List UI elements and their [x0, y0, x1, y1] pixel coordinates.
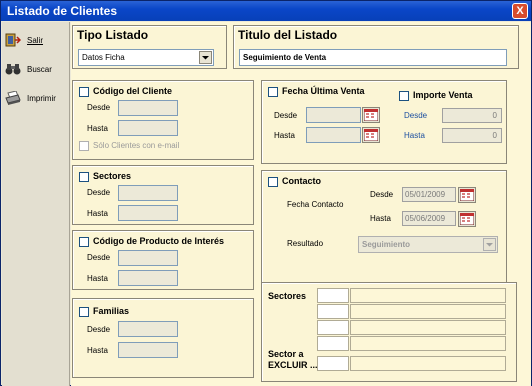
titulo-listado-panel: Titulo del Listado Seguimiento de Venta: [233, 25, 519, 69]
contacto-checkbox[interactable]: [268, 177, 278, 187]
chevron-down-icon[interactable]: [199, 51, 212, 64]
sidebar: Salir Buscar Imprimir: [2, 22, 70, 386]
calendar-icon[interactable]: [458, 187, 476, 203]
sectores-panel: Sectores Desde Hasta: [72, 165, 254, 225]
titulo-listado-heading: Titulo del Listado: [238, 28, 338, 42]
tipo-listado-heading: Tipo Listado: [77, 28, 149, 42]
sectores-hasta-input[interactable]: [118, 205, 178, 221]
exit-icon: [5, 33, 22, 47]
sector-name-cell[interactable]: [350, 336, 506, 351]
familias-desde-input[interactable]: [118, 321, 178, 337]
codigo-cliente-desde-label: Desde: [87, 103, 111, 112]
sectores-desde-input[interactable]: [118, 185, 178, 201]
importe-venta-hasta-label: Hasta: [404, 131, 425, 140]
familias-hasta-input[interactable]: [118, 342, 178, 358]
familias-checkbox[interactable]: [79, 307, 89, 317]
codigo-cliente-checkbox[interactable]: [79, 87, 89, 97]
titulo-listado-input[interactable]: Seguimiento de Venta: [239, 49, 507, 66]
binoculars-icon: [5, 62, 21, 76]
calendar-icon[interactable]: [362, 107, 380, 123]
sector-code-cell[interactable]: [317, 304, 349, 319]
sectores-desde-label: Desde: [87, 188, 111, 197]
sidebar-item-buscar[interactable]: Buscar: [5, 59, 67, 79]
email-only-checkbox[interactable]: [79, 141, 89, 151]
sectores-checkbox[interactable]: [79, 172, 89, 182]
codigo-cliente-hasta-label: Hasta: [87, 124, 108, 133]
calendar-icon[interactable]: [458, 211, 476, 227]
tipo-listado-select[interactable]: Datos Ficha: [78, 49, 214, 66]
codigo-cliente-panel: Código del Cliente Desde Hasta Sólo Clie…: [72, 80, 254, 160]
clientes-window: Listado de Clientes X Salir Buscar Impri…: [0, 0, 532, 386]
sector-code-cell[interactable]: [317, 288, 349, 303]
codigo-producto-panel: Código de Producto de Interés Desde Hast…: [72, 230, 254, 290]
codigo-producto-desde-input[interactable]: [118, 250, 178, 266]
sector-name-cell[interactable]: [350, 288, 506, 303]
fecha-contacto-label: Fecha Contacto: [287, 200, 344, 209]
familias-label: Familias: [93, 306, 130, 316]
fecha-ultima-venta-hasta-input[interactable]: [306, 127, 361, 143]
contacto-hasta-input[interactable]: 05/06/2009: [402, 211, 456, 226]
calendar-icon[interactable]: [362, 127, 380, 143]
fecha-ultima-venta-checkbox[interactable]: [268, 87, 278, 97]
fecha-importe-panel: Fecha Última Venta Desde Hasta Importe V…: [261, 80, 507, 164]
sidebar-item-imprimir[interactable]: Imprimir: [5, 88, 67, 108]
resultado-select[interactable]: Seguimiento: [358, 236, 498, 253]
tipo-listado-panel: Tipo Listado Datos Ficha: [72, 25, 227, 69]
sidebar-item-label: Salir: [27, 35, 44, 45]
sector-name-cell[interactable]: [350, 320, 506, 335]
codigo-producto-desde-label: Desde: [87, 253, 111, 262]
sectores-label: Sectores: [93, 171, 132, 181]
sectores-excluir-panel: Sectores Sector a EXCLUIR ...: [261, 282, 517, 382]
fecha-ultima-venta-desde-label: Desde: [274, 111, 298, 120]
contacto-hasta-label: Hasta: [370, 214, 391, 223]
sectores-hasta-label: Hasta: [87, 209, 108, 218]
codigo-cliente-hasta-input[interactable]: [118, 120, 178, 136]
importe-venta-desde-input[interactable]: 0: [442, 108, 502, 123]
importe-venta-hasta-input[interactable]: 0: [442, 128, 502, 143]
familias-desde-label: Desde: [87, 325, 111, 334]
title-bar: Listado de Clientes X: [1, 1, 531, 21]
fecha-ultima-venta-hasta-label: Hasta: [274, 131, 295, 140]
excluir-name-cell[interactable]: [350, 356, 506, 371]
codigo-producto-label: Código de Producto de Interés: [93, 236, 225, 246]
fecha-ultima-venta-desde-input[interactable]: [306, 107, 361, 123]
resultado-value: Seguimiento: [362, 240, 411, 249]
codigo-cliente-desde-input[interactable]: [118, 100, 178, 116]
contacto-desde-input[interactable]: 05/01/2009: [402, 187, 456, 202]
sector-code-cell[interactable]: [317, 320, 349, 335]
codigo-producto-checkbox[interactable]: [79, 237, 89, 247]
sidebar-item-label: Imprimir: [27, 93, 56, 103]
importe-venta-checkbox[interactable]: [399, 91, 409, 101]
chevron-down-icon[interactable]: [483, 238, 496, 251]
sectores-grid-label: Sectores: [268, 291, 307, 301]
excluir-code-cell[interactable]: [317, 356, 349, 371]
importe-venta-desde-label: Desde: [404, 111, 428, 120]
excluir-line1: Sector a: [268, 349, 304, 359]
sector-name-cell[interactable]: [350, 304, 506, 319]
email-only-label: Sólo Clientes con e-mail: [93, 141, 180, 150]
codigo-cliente-label: Código del Cliente: [93, 86, 173, 96]
printer-icon: [5, 90, 21, 105]
sidebar-item-label: Buscar: [27, 64, 52, 74]
sidebar-item-salir[interactable]: Salir: [5, 30, 67, 50]
codigo-producto-hasta-label: Hasta: [87, 274, 108, 283]
familias-hasta-label: Hasta: [87, 346, 108, 355]
resultado-label: Resultado: [287, 239, 324, 248]
close-button[interactable]: X: [512, 3, 528, 19]
contacto-panel: Contacto Desde 05/01/2009 Fecha Contacto…: [261, 170, 507, 288]
codigo-producto-hasta-input[interactable]: [118, 270, 178, 286]
importe-venta-label: Importe Venta: [413, 90, 473, 100]
window-title: Listado de Clientes: [7, 4, 118, 18]
sector-code-cell[interactable]: [317, 336, 349, 351]
main-area: Tipo Listado Datos Ficha Titulo del List…: [71, 22, 531, 386]
tipo-listado-value: Datos Ficha: [82, 53, 125, 62]
fecha-ultima-venta-label: Fecha Última Venta: [282, 86, 365, 96]
contacto-desde-label: Desde: [370, 190, 394, 199]
excluir-line2: EXCLUIR ...: [268, 360, 318, 370]
familias-panel: Familias Desde Hasta: [72, 298, 254, 378]
contacto-label: Contacto: [282, 176, 321, 186]
